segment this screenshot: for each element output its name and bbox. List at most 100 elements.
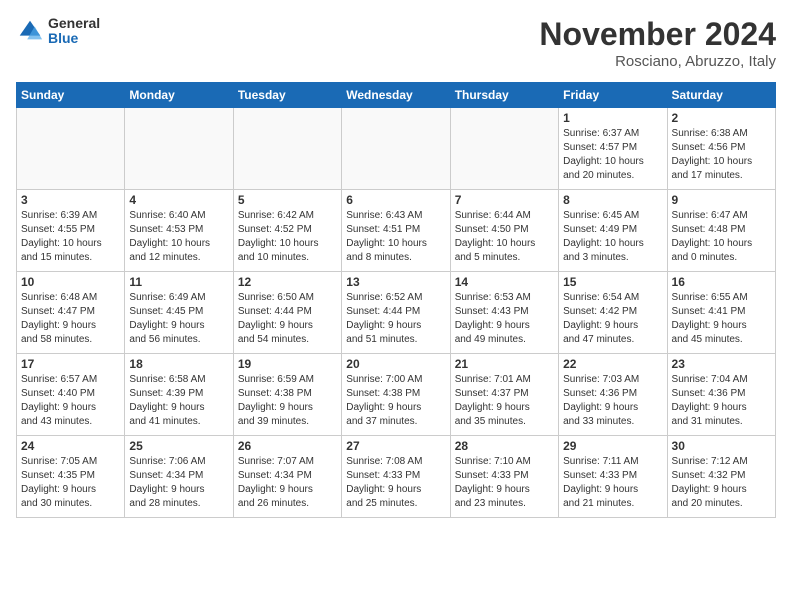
calendar-cell: 2 Sunrise: 6:38 AM Sunset: 4:56 PM Daylig… <box>667 108 775 190</box>
calendar-table: SundayMondayTuesdayWednesdayThursdayFrid… <box>16 82 776 518</box>
day-number: 3 <box>21 193 120 207</box>
col-header-friday: Friday <box>559 83 667 108</box>
day-number: 6 <box>346 193 445 207</box>
day-info: Sunrise: 7:11 AM Sunset: 4:33 PM Dayligh… <box>563 455 662 511</box>
calendar-cell: 26Sunrise: 7:07 AM Sunset: 4:34 PM Dayli… <box>233 436 341 518</box>
day-number: 1 <box>563 111 662 125</box>
logo-blue-text: Blue <box>48 31 100 46</box>
day-info: Sunrise: 6:55 AM Sunset: 4:41 PM Dayligh… <box>672 291 771 347</box>
day-number: 24 <box>21 439 120 453</box>
day-number: 7 <box>455 193 554 207</box>
day-info: Sunrise: 7:05 AM Sunset: 4:35 PM Dayligh… <box>21 455 120 511</box>
day-number: 21 <box>455 357 554 371</box>
day-number: 17 <box>21 357 120 371</box>
calendar-cell: 11 Sunrise: 6:49 AM Sunset: 4:45 PM Dayli… <box>125 272 233 354</box>
calendar-cell: 25 Sunrise: 7:06 AM Sunset: 4:34 PM Dayli… <box>125 436 233 518</box>
calendar-cell: 19 Sunrise: 6:59 AM Sunset: 4:38 PM Dayli… <box>233 354 341 436</box>
day-info: Sunrise: 6:49 AM Sunset: 4:45 PM Dayligh… <box>129 291 228 347</box>
day-number: 2 <box>672 111 771 125</box>
calendar-cell: 13 Sunrise: 6:52 AM Sunset: 4:44 PM Dayli… <box>342 272 450 354</box>
day-number: 14 <box>455 275 554 289</box>
day-number: 10 <box>21 275 120 289</box>
calendar-cell: 9 Sunrise: 6:47 AM Sunset: 4:48 PM Daylig… <box>667 190 775 272</box>
col-header-monday: Monday <box>125 83 233 108</box>
day-info: Sunrise: 7:00 AM Sunset: 4:38 PM Dayligh… <box>346 373 445 429</box>
day-number: 8 <box>563 193 662 207</box>
calendar-week-4: 17 Sunrise: 6:57 AM Sunset: 4:40 PM Dayli… <box>17 354 776 436</box>
calendar-cell <box>342 108 450 190</box>
day-number: 11 <box>129 275 228 289</box>
day-info: Sunrise: 6:38 AM Sunset: 4:56 PM Dayligh… <box>672 127 771 183</box>
day-info: Sunrise: 7:08 AM Sunset: 4:33 PM Dayligh… <box>346 455 445 511</box>
day-info: Sunrise: 6:45 AM Sunset: 4:49 PM Dayligh… <box>563 209 662 265</box>
logo: General Blue <box>16 16 100 47</box>
day-number: 23 <box>672 357 771 371</box>
day-info: Sunrise: 6:59 AM Sunset: 4:38 PM Dayligh… <box>238 373 337 429</box>
day-number: 22 <box>563 357 662 371</box>
calendar-cell: 10 Sunrise: 6:48 AM Sunset: 4:47 PM Dayli… <box>17 272 125 354</box>
day-info: Sunrise: 6:37 AM Sunset: 4:57 PM Dayligh… <box>563 127 662 183</box>
day-number: 25 <box>129 439 228 453</box>
day-number: 12 <box>238 275 337 289</box>
calendar-cell: 21 Sunrise: 7:01 AM Sunset: 4:37 PM Dayli… <box>450 354 558 436</box>
logo-icon <box>16 17 44 45</box>
day-number: 26 <box>238 439 337 453</box>
calendar-cell <box>17 108 125 190</box>
day-number: 5 <box>238 193 337 207</box>
calendar-cell <box>233 108 341 190</box>
day-info: Sunrise: 6:54 AM Sunset: 4:42 PM Dayligh… <box>563 291 662 347</box>
day-number: 18 <box>129 357 228 371</box>
calendar-cell: 24 Sunrise: 7:05 AM Sunset: 4:35 PM Dayli… <box>17 436 125 518</box>
day-info: Sunrise: 6:58 AM Sunset: 4:39 PM Dayligh… <box>129 373 228 429</box>
day-info: Sunrise: 6:52 AM Sunset: 4:44 PM Dayligh… <box>346 291 445 347</box>
calendar-week-2: 3 Sunrise: 6:39 AM Sunset: 4:55 PM Daylig… <box>17 190 776 272</box>
day-info: Sunrise: 7:10 AM Sunset: 4:33 PM Dayligh… <box>455 455 554 511</box>
calendar-cell: 22 Sunrise: 7:03 AM Sunset: 4:36 PM Dayli… <box>559 354 667 436</box>
page-header: General Blue November 2024 Rosciano, Abr… <box>16 16 776 70</box>
location-text: Rosciano, Abruzzo, Italy <box>539 53 776 70</box>
calendar-cell: 16 Sunrise: 6:55 AM Sunset: 4:41 PM Dayli… <box>667 272 775 354</box>
calendar-week-3: 10 Sunrise: 6:48 AM Sunset: 4:47 PM Dayli… <box>17 272 776 354</box>
col-header-saturday: Saturday <box>667 83 775 108</box>
day-number: 16 <box>672 275 771 289</box>
day-number: 27 <box>346 439 445 453</box>
day-number: 9 <box>672 193 771 207</box>
calendar-cell: 23 Sunrise: 7:04 AM Sunset: 4:36 PM Dayli… <box>667 354 775 436</box>
day-number: 19 <box>238 357 337 371</box>
day-number: 13 <box>346 275 445 289</box>
day-info: Sunrise: 6:47 AM Sunset: 4:48 PM Dayligh… <box>672 209 771 265</box>
calendar-cell: 29 Sunrise: 7:11 AM Sunset: 4:33 PM Dayli… <box>559 436 667 518</box>
day-info: Sunrise: 6:48 AM Sunset: 4:47 PM Dayligh… <box>21 291 120 347</box>
calendar-cell: 18 Sunrise: 6:58 AM Sunset: 4:39 PM Dayli… <box>125 354 233 436</box>
day-info: Sunrise: 6:39 AM Sunset: 4:55 PM Dayligh… <box>21 209 120 265</box>
day-info: Sunrise: 7:04 AM Sunset: 4:36 PM Dayligh… <box>672 373 771 429</box>
day-info: Sunrise: 7:01 AM Sunset: 4:37 PM Dayligh… <box>455 373 554 429</box>
day-info: Sunrise: 6:44 AM Sunset: 4:50 PM Dayligh… <box>455 209 554 265</box>
day-number: 29 <box>563 439 662 453</box>
day-info: Sunrise: 7:06 AM Sunset: 4:34 PM Dayligh… <box>129 455 228 511</box>
day-number: 20 <box>346 357 445 371</box>
day-number: 15 <box>563 275 662 289</box>
logo-general-text: General <box>48 16 100 31</box>
day-info: Sunrise: 6:50 AM Sunset: 4:44 PM Dayligh… <box>238 291 337 347</box>
calendar-cell <box>450 108 558 190</box>
calendar-cell: 3 Sunrise: 6:39 AM Sunset: 4:55 PM Daylig… <box>17 190 125 272</box>
calendar-week-1: 1 Sunrise: 6:37 AM Sunset: 4:57 PM Daylig… <box>17 108 776 190</box>
calendar-cell: 7 Sunrise: 6:44 AM Sunset: 4:50 PM Daylig… <box>450 190 558 272</box>
day-info: Sunrise: 6:57 AM Sunset: 4:40 PM Dayligh… <box>21 373 120 429</box>
day-info: Sunrise: 6:53 AM Sunset: 4:43 PM Dayligh… <box>455 291 554 347</box>
calendar-cell: 4Sunrise: 6:40 AM Sunset: 4:53 PM Daylig… <box>125 190 233 272</box>
day-info: Sunrise: 7:03 AM Sunset: 4:36 PM Dayligh… <box>563 373 662 429</box>
calendar-cell: 6Sunrise: 6:43 AM Sunset: 4:51 PM Daylig… <box>342 190 450 272</box>
day-number: 4 <box>129 193 228 207</box>
calendar-cell: 28Sunrise: 7:10 AM Sunset: 4:33 PM Dayli… <box>450 436 558 518</box>
calendar-cell <box>125 108 233 190</box>
calendar-cell: 12 Sunrise: 6:50 AM Sunset: 4:44 PM Dayli… <box>233 272 341 354</box>
title-block: November 2024 Rosciano, Abruzzo, Italy <box>539 16 776 70</box>
calendar-cell: 14 Sunrise: 6:53 AM Sunset: 4:43 PM Dayli… <box>450 272 558 354</box>
col-header-wednesday: Wednesday <box>342 83 450 108</box>
calendar-cell: 15 Sunrise: 6:54 AM Sunset: 4:42 PM Dayli… <box>559 272 667 354</box>
calendar-cell: 8 Sunrise: 6:45 AM Sunset: 4:49 PM Daylig… <box>559 190 667 272</box>
calendar-cell: 27 Sunrise: 7:08 AM Sunset: 4:33 PM Dayli… <box>342 436 450 518</box>
month-title: November 2024 <box>539 16 776 53</box>
